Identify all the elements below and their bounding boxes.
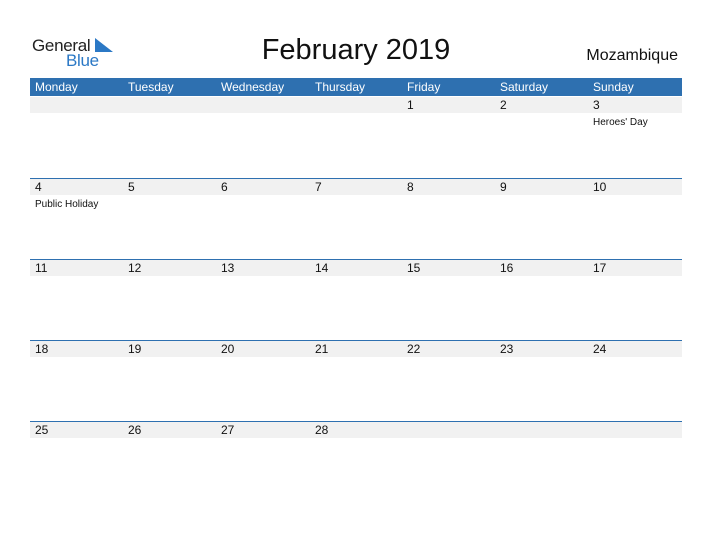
- day-number: 4: [35, 180, 42, 194]
- day-number: 12: [128, 261, 142, 275]
- week-row: 11 12 13 14 15 16 17: [30, 259, 682, 340]
- week-row: 18 19 20 21 22 23 24: [30, 340, 682, 421]
- day-number: 17: [593, 261, 607, 275]
- day-cell: [123, 97, 216, 177]
- day-cell: [402, 422, 495, 502]
- day-cell: [30, 97, 123, 177]
- day-cell[interactable]: 14: [310, 260, 402, 340]
- day-number: 19: [128, 342, 142, 356]
- day-number: 23: [500, 342, 514, 356]
- weekday-sunday: Sunday: [593, 80, 634, 94]
- week-row: 25 26 27 28: [30, 421, 682, 502]
- day-number: 28: [315, 423, 329, 437]
- day-cell[interactable]: 18: [30, 341, 123, 421]
- day-number: 16: [500, 261, 514, 275]
- country-label: Mozambique: [586, 47, 678, 64]
- weekday-monday: Monday: [35, 80, 78, 94]
- day-number: 15: [407, 261, 421, 275]
- holiday-label: Heroes' Day: [593, 117, 648, 128]
- day-cell[interactable]: 11: [30, 260, 123, 340]
- weekday-friday: Friday: [407, 80, 441, 94]
- day-number: 18: [35, 342, 49, 356]
- day-cell: [310, 97, 402, 177]
- day-number: 1: [407, 98, 414, 112]
- week-row: 1 2 3 Heroes' Day: [30, 97, 682, 177]
- day-cell: [216, 97, 310, 177]
- weekday-saturday: Saturday: [500, 80, 549, 94]
- day-cell: [588, 422, 682, 502]
- day-cell[interactable]: 20: [216, 341, 310, 421]
- day-cell[interactable]: 23: [495, 341, 588, 421]
- day-cell[interactable]: 27: [216, 422, 310, 502]
- day-cell[interactable]: 19: [123, 341, 216, 421]
- day-number: 24: [593, 342, 607, 356]
- day-cell[interactable]: 17: [588, 260, 682, 340]
- day-cell[interactable]: 9: [495, 179, 588, 259]
- day-number: 7: [315, 180, 322, 194]
- day-number: 14: [315, 261, 329, 275]
- day-cell[interactable]: 7: [310, 179, 402, 259]
- day-cell[interactable]: 22: [402, 341, 495, 421]
- day-cell[interactable]: 24: [588, 341, 682, 421]
- weekday-thursday: Thursday: [315, 80, 366, 94]
- weekday-header: Monday Tuesday Wednesday Thursday Friday Satu…: [30, 78, 682, 96]
- day-number: 6: [221, 180, 228, 194]
- day-cell[interactable]: 10: [588, 179, 682, 259]
- day-cell[interactable]: 8: [402, 179, 495, 259]
- weekday-wednesday: Wednesday: [221, 80, 285, 94]
- day-number: 20: [221, 342, 235, 356]
- day-cell[interactable]: 5: [123, 179, 216, 259]
- day-number: 13: [221, 261, 235, 275]
- day-number: 3: [593, 98, 600, 112]
- day-number: 9: [500, 180, 507, 194]
- day-cell[interactable]: 4 Public Holiday: [30, 179, 123, 259]
- day-cell: [495, 422, 588, 502]
- week-row: 4 Public Holiday 5 6 7 8 9 10: [30, 178, 682, 259]
- day-cell[interactable]: 2: [495, 97, 588, 177]
- day-cell[interactable]: 26: [123, 422, 216, 502]
- day-number: 26: [128, 423, 142, 437]
- day-number: 27: [221, 423, 235, 437]
- day-cell[interactable]: 3 Heroes' Day: [588, 97, 682, 177]
- day-cell[interactable]: 6: [216, 179, 310, 259]
- day-number: 25: [35, 423, 49, 437]
- day-cell[interactable]: 12: [123, 260, 216, 340]
- weekday-tuesday: Tuesday: [128, 80, 174, 94]
- day-cell[interactable]: 25: [30, 422, 123, 502]
- day-number: 21: [315, 342, 329, 356]
- day-cell[interactable]: 16: [495, 260, 588, 340]
- day-cell[interactable]: 1: [402, 97, 495, 177]
- day-cell[interactable]: 21: [310, 341, 402, 421]
- day-number: 22: [407, 342, 421, 356]
- holiday-label: Public Holiday: [35, 199, 99, 210]
- day-number: 5: [128, 180, 135, 194]
- day-cell[interactable]: 15: [402, 260, 495, 340]
- day-number: 10: [593, 180, 607, 194]
- day-number: 2: [500, 98, 507, 112]
- day-number: 8: [407, 180, 414, 194]
- day-number: 11: [35, 261, 48, 275]
- day-cell[interactable]: 28: [310, 422, 402, 502]
- day-cell[interactable]: 13: [216, 260, 310, 340]
